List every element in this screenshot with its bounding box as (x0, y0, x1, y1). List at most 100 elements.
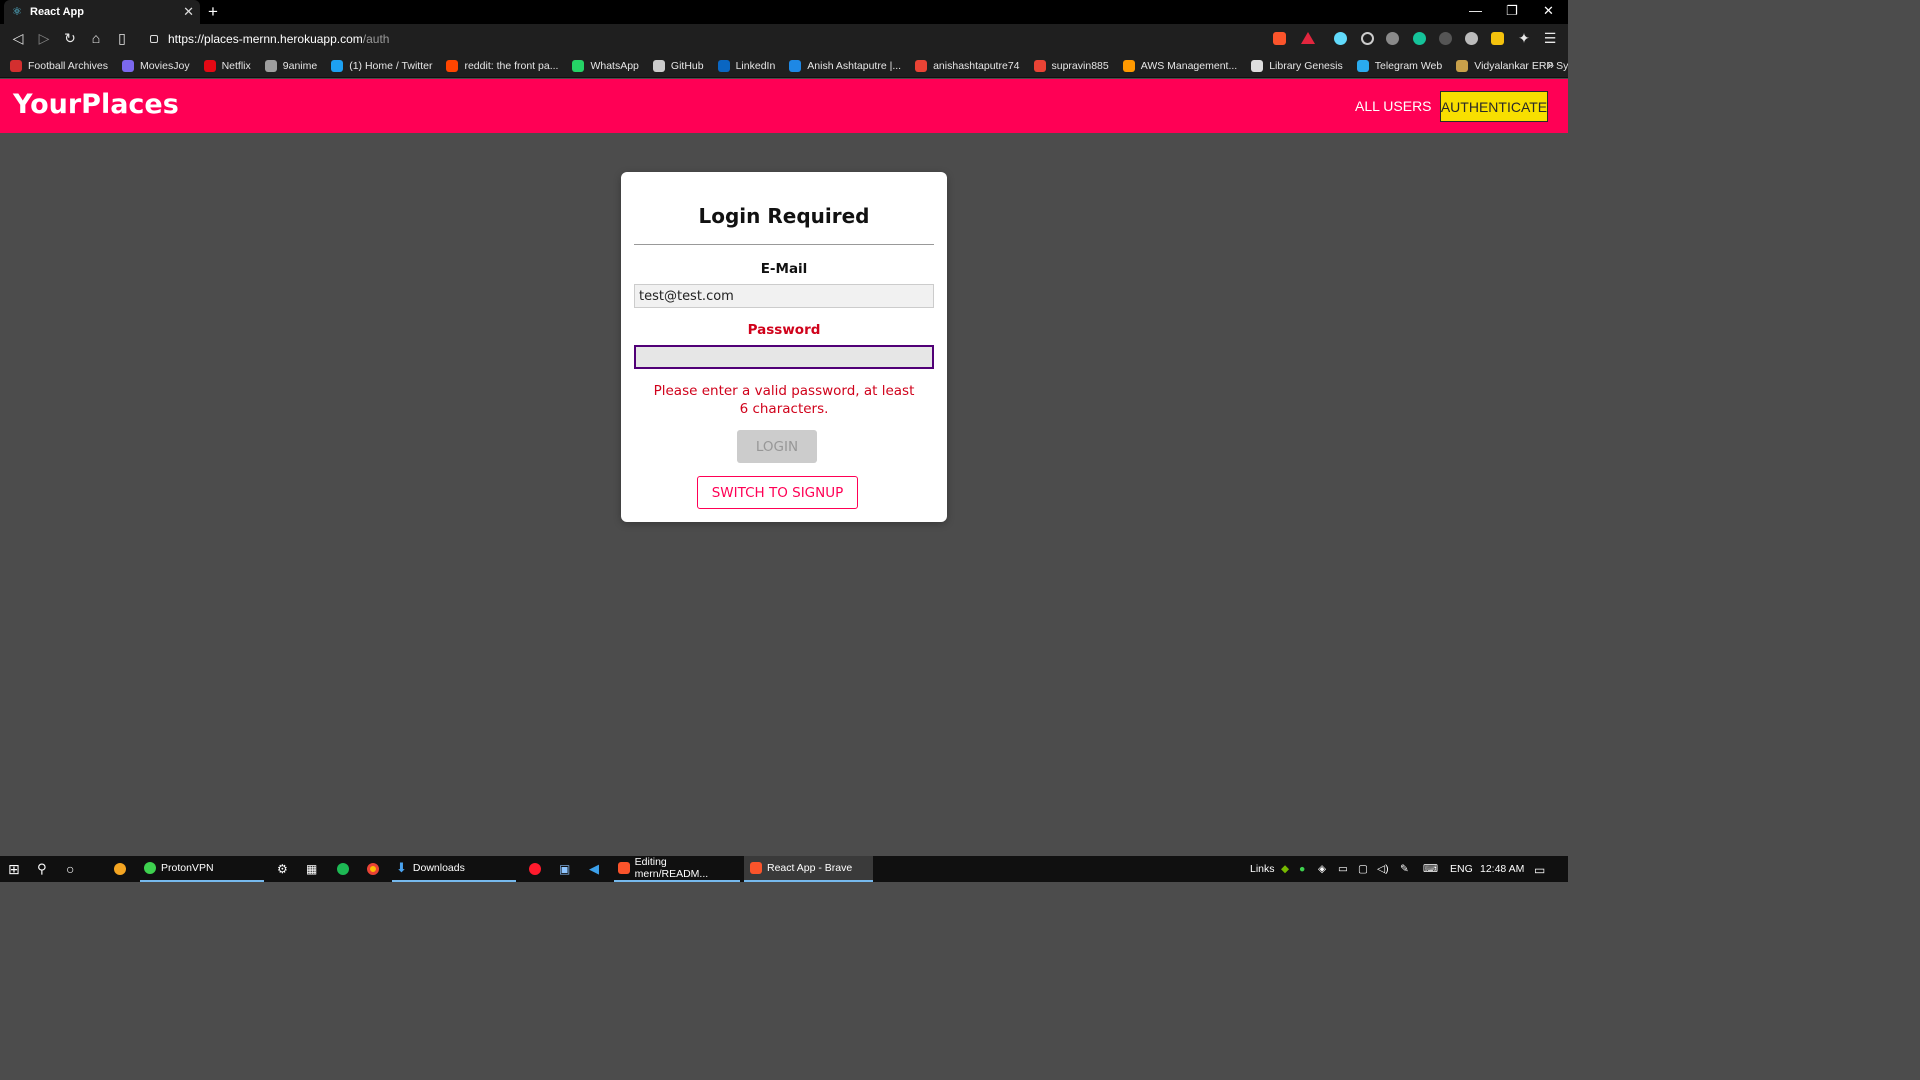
password-label: Password (747, 322, 821, 338)
remote-desktop-icon[interactable]: ▣ (559, 856, 570, 882)
bookmark-label: LinkedIn (735, 59, 776, 72)
bookmark-label: Anish Ashtaputre |... (807, 59, 902, 72)
vscode-icon[interactable]: ◀ (589, 856, 599, 882)
bookmarks-bar: Football Archives MoviesJoy Netflix 9anime (… (0, 54, 1568, 78)
login-button[interactable]: LOGIN (737, 430, 817, 463)
volume-icon[interactable]: ◁) (1377, 863, 1389, 875)
extension-icon[interactable] (1386, 32, 1399, 45)
browser-tab[interactable]: ⚛ React App ✕ (4, 0, 200, 24)
aws-icon (1122, 59, 1135, 72)
twitter-icon (331, 59, 344, 72)
home-icon[interactable]: ⌂ (87, 30, 105, 46)
reload-icon[interactable]: ↻ (61, 30, 79, 47)
calculator-icon[interactable]: ▦ (306, 856, 317, 882)
switch-to-signup-button[interactable]: SWITCH TO SIGNUP (697, 476, 858, 509)
cortana-icon[interactable]: ○ (66, 856, 74, 882)
restore-icon[interactable]: ❐ (1506, 3, 1518, 19)
bookmark-item[interactable]: Library Genesis (1251, 59, 1343, 72)
menu-icon[interactable]: ☰ (1541, 30, 1559, 47)
windows-start-icon[interactable]: ⊞ (8, 856, 20, 882)
vidyalankar-icon (1456, 59, 1469, 72)
network-icon[interactable]: ▢ (1358, 863, 1368, 875)
keyboard-icon[interactable]: ⌨ (1423, 863, 1438, 875)
brand-logo[interactable]: YourPlaces (13, 89, 179, 120)
battery-icon[interactable]: ▭ (1338, 863, 1348, 875)
back-icon[interactable]: ◁ (9, 30, 27, 47)
protonvpn-icon (144, 862, 156, 874)
bookmark-item[interactable]: anishashtaputre74 (915, 59, 1020, 72)
grammarly-icon[interactable] (1413, 32, 1426, 45)
extension-icon[interactable] (1361, 32, 1374, 45)
brave-rewards-icon[interactable] (1301, 32, 1315, 44)
defender-icon[interactable]: ◈ (1318, 863, 1326, 875)
bookmark-item[interactable]: 9anime (264, 59, 318, 72)
bookmark-item[interactable]: LinkedIn (717, 59, 776, 72)
close-tab-icon[interactable]: ✕ (183, 4, 194, 20)
taskbar-downloads[interactable]: ⬇ Downloads (392, 856, 516, 882)
nav-all-users[interactable]: ALL USERS (1355, 98, 1432, 114)
bookmark-item[interactable]: Football Archives (10, 59, 108, 72)
bookmark-item[interactable]: MoviesJoy (121, 59, 190, 72)
libgen-icon (1251, 59, 1264, 72)
minimize-icon[interactable]: — (1469, 3, 1482, 18)
password-field[interactable] (634, 345, 934, 369)
pen-icon[interactable]: ✎ (1400, 863, 1409, 875)
bookmark-label: Library Genesis (1269, 59, 1343, 72)
email-field[interactable]: test@test.com (634, 284, 934, 308)
extension-icon[interactable] (1491, 32, 1504, 45)
bookmark-item[interactable]: GitHub (652, 59, 704, 72)
close-window-icon[interactable]: ✕ (1543, 3, 1554, 19)
clock[interactable]: 12:48 AM (1480, 863, 1524, 875)
reddit-icon (446, 59, 459, 72)
bookmark-item[interactable]: supravin885 (1033, 59, 1109, 72)
extensions-puzzle-icon[interactable]: ✦ (1515, 30, 1533, 47)
forward-icon[interactable]: ▷ (35, 30, 53, 47)
search-icon[interactable]: ⚲ (37, 856, 47, 882)
bookmark-item[interactable]: Anish Ashtaputre |... (789, 59, 902, 72)
taskbar-label: Downloads (412, 862, 465, 874)
taskbar-protonvpn[interactable]: ProtonVPN (140, 856, 264, 882)
opera-icon[interactable] (529, 856, 546, 882)
nav-authenticate[interactable]: AUTHENTICATE (1440, 91, 1548, 122)
app-header: YourPlaces ALL USERS AUTHENTICATE (0, 79, 1568, 133)
telegram-icon (1356, 59, 1369, 72)
extension-icon[interactable] (1465, 32, 1478, 45)
bookmark-item[interactable]: WhatsApp (572, 59, 639, 72)
more-bookmarks-icon[interactable]: » (1547, 58, 1554, 72)
bookmark-item[interactable]: Telegram Web (1356, 59, 1442, 72)
app-icon[interactable] (114, 856, 131, 882)
chrome-icon[interactable] (367, 856, 384, 882)
new-tab-icon[interactable]: + (208, 2, 218, 22)
brave-icon (618, 862, 630, 874)
email-label: E-Mail (760, 261, 808, 277)
language-indicator[interactable]: ENG (1450, 863, 1473, 875)
taskbar-label: React App - Brave (767, 862, 853, 874)
taskbar: ⊞ ⚲ ○ ProtonVPN ⚙ ▦ ⬇ Downloads ▣ ◀ Edit… (0, 856, 1568, 882)
taskbar-editing-readme[interactable]: Editing mern/READM... (614, 856, 740, 882)
bookmark-label: supravin885 (1051, 59, 1109, 72)
bookmark-label: (1) Home / Twitter (349, 59, 433, 72)
bookmark-item[interactable]: reddit: the front pa... (446, 59, 558, 72)
k-icon (789, 59, 802, 72)
bookmark-item[interactable]: Netflix (203, 59, 251, 72)
nvidia-icon[interactable]: ◆ (1281, 863, 1289, 875)
taskbar-react-app-brave[interactable]: React App - Brave (744, 856, 873, 882)
react-devtools-icon[interactable] (1334, 32, 1347, 45)
links-toolbar[interactable]: Links (1250, 863, 1275, 875)
vpn-tray-icon[interactable]: ● (1299, 863, 1305, 875)
taskbar-label: ProtonVPN (161, 862, 214, 874)
notification-icon[interactable]: ▭ (1534, 863, 1545, 877)
spotify-icon[interactable] (337, 856, 354, 882)
brave-shield-icon[interactable] (1273, 32, 1286, 45)
bookmark-item[interactable]: AWS Management... (1122, 59, 1237, 72)
settings-icon[interactable]: ⚙ (277, 856, 288, 882)
bookmark-label: 9anime (282, 59, 318, 72)
extension-icon[interactable] (1439, 32, 1452, 45)
ts-icon (10, 59, 22, 72)
bookmark-icon[interactable]: ▯ (113, 30, 131, 47)
bookmark-item[interactable]: (1) Home / Twitter (331, 59, 433, 72)
bookmark-label: GitHub (670, 59, 704, 72)
react-icon: ⚛ (12, 6, 22, 18)
github-icon (652, 59, 665, 72)
address-bar[interactable]: https://places-mernn.herokuapp.com/auth (140, 27, 1268, 51)
